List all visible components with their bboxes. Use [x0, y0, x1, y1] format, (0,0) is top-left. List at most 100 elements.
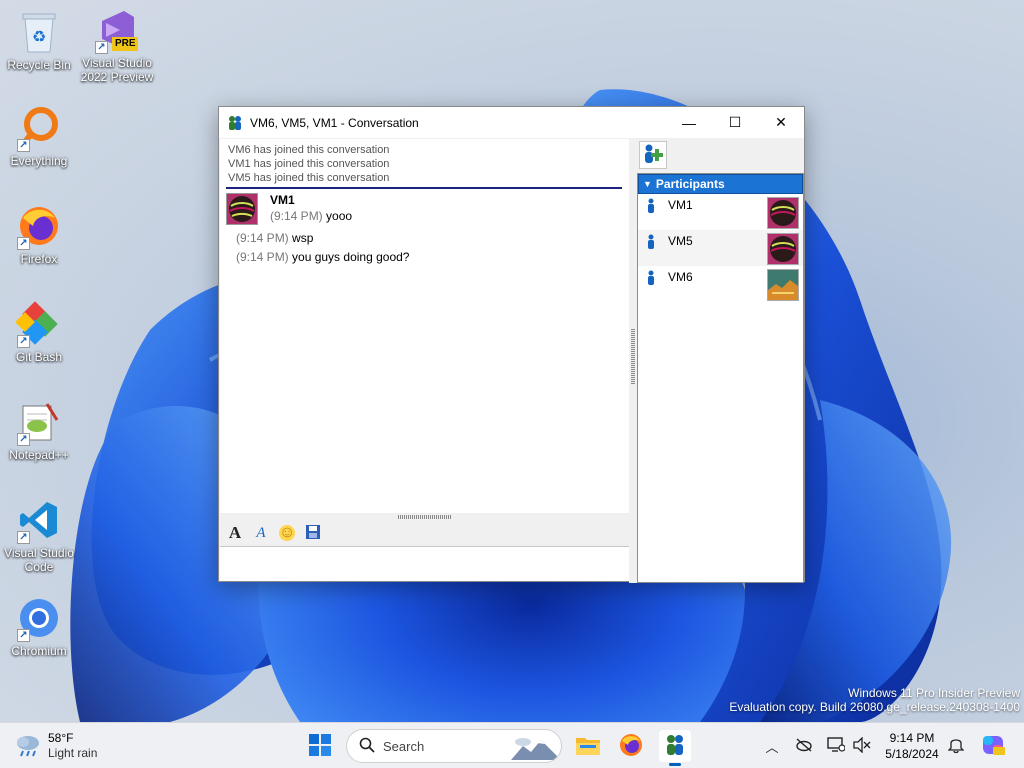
participants-header-label: Participants	[655, 177, 725, 191]
tray-network-status[interactable]	[794, 736, 814, 756]
minimize-button[interactable]: —	[666, 107, 712, 138]
participant-avatar	[767, 197, 799, 229]
title-bar[interactable]: VM6, VM5, VM1 - Conversation — ☐ ✕	[219, 107, 804, 138]
participant-name: VM6	[668, 270, 693, 284]
desktop-icon-notepad-plus-plus[interactable]: ↗ Notepad++	[4, 398, 74, 484]
taskbar-file-explorer[interactable]	[572, 730, 604, 762]
participant-row[interactable]: VM6	[638, 266, 803, 302]
font-color-icon: A	[256, 524, 266, 541]
conversation-history[interactable]: VM6 has joined this conversation VM1 has…	[220, 139, 629, 513]
desktop-icon-label: Recycle Bin	[7, 58, 71, 72]
tray-volume[interactable]	[852, 735, 872, 756]
watermark-line: Windows 11 Pro Insider Preview	[848, 686, 1020, 700]
evaluation-watermark: Windows 11 Pro Insider Preview Evaluatio…	[729, 686, 1020, 714]
taskbar-firefox[interactable]	[615, 730, 647, 762]
emoticon-button[interactable]: ☺	[276, 522, 298, 544]
vscode-icon: ↗	[15, 496, 63, 544]
participant-avatar	[767, 269, 799, 301]
message-input[interactable]	[220, 547, 629, 581]
desktop-icon-everything[interactable]: ↗ Everything	[4, 104, 74, 190]
monitor-icon	[827, 736, 846, 756]
participants-header[interactable]: ▼ Participants	[638, 174, 803, 194]
taskbar: 58°F Light rain Search ︿ 9:14 PM 5/18/20…	[0, 722, 1024, 768]
contact-status-icon	[646, 234, 660, 250]
speaker-muted-icon	[853, 735, 871, 756]
add-contact-icon	[642, 143, 664, 168]
window-title: VM6, VM5, VM1 - Conversation	[250, 115, 419, 130]
desktop-icon-label: Visual Studio Code	[4, 546, 74, 574]
desktop-icon-label: Chromium	[11, 644, 67, 658]
participant-name: VM5	[668, 234, 693, 248]
desktop-icon-chromium[interactable]: ↗ Chromium	[4, 594, 74, 680]
watermark-line: Evaluation copy. Build 26080.ge_release.…	[729, 700, 1020, 714]
weather-condition: Light rain	[48, 746, 98, 760]
svg-text:♻: ♻	[32, 29, 46, 46]
visual-studio-icon: PRE ↗	[93, 6, 141, 54]
search-highlight-image-icon	[511, 734, 557, 762]
collapse-arrow-icon: ▼	[643, 179, 652, 189]
messenger-app-icon	[227, 115, 243, 131]
shortcut-arrow-icon: ↗	[17, 139, 30, 152]
taskbar-clock[interactable]: 9:14 PM 5/18/2024	[878, 730, 946, 762]
horizontal-splitter[interactable]	[220, 513, 629, 520]
save-button[interactable]	[302, 522, 324, 544]
chat-message: (9:14 PM) yooo	[270, 209, 352, 223]
chevron-up-icon: ︿	[765, 739, 779, 755]
system-message: VM1 has joined this conversation	[228, 158, 390, 170]
weather-widget[interactable]: 58°F Light rain	[14, 731, 97, 761]
windows-logo-icon	[309, 733, 331, 759]
shortcut-arrow-icon: ↗	[17, 335, 30, 348]
participant-row[interactable]: VM5	[638, 230, 803, 266]
copilot-icon	[981, 733, 1005, 760]
font-button[interactable]: A	[224, 522, 246, 544]
search-icon	[359, 737, 375, 756]
sender-name: VM1	[270, 193, 295, 207]
desktop-icon-label: Git Bash	[15, 350, 63, 364]
contact-status-icon	[646, 198, 660, 214]
desktop-icon-visual-studio[interactable]: PRE ↗ Visual Studio 2022 Preview	[81, 6, 153, 92]
add-participant-button[interactable]	[639, 141, 667, 169]
desktop-icon-label: Firefox	[20, 252, 58, 266]
system-message: VM5 has joined this conversation	[228, 172, 390, 184]
show-hidden-icons-button[interactable]: ︿	[762, 736, 782, 756]
format-toolbar: A A ☺	[220, 520, 629, 547]
taskbar-search[interactable]: Search	[346, 729, 562, 763]
firefox-icon	[619, 733, 643, 760]
desktop-icon-vscode[interactable]: ↗ Visual Studio Code	[4, 496, 74, 582]
pre-badge: PRE	[115, 38, 136, 49]
bell-icon	[947, 736, 965, 757]
chat-message: (9:14 PM) wsp	[236, 231, 313, 245]
start-button[interactable]	[306, 732, 334, 760]
desktop-icon-firefox[interactable]: ↗ Firefox	[4, 202, 74, 288]
everything-search-icon: ↗	[15, 104, 63, 152]
shortcut-arrow-icon: ↗	[17, 433, 30, 446]
notifications-button[interactable]	[946, 736, 966, 756]
notepad-plus-plus-icon: ↗	[15, 398, 63, 446]
copilot-button[interactable]	[980, 733, 1006, 759]
file-explorer-icon	[576, 735, 600, 758]
shortcut-arrow-icon: ↗	[95, 41, 108, 54]
chromium-icon: ↗	[15, 594, 63, 642]
shortcut-arrow-icon: ↗	[17, 237, 30, 250]
participant-row[interactable]: VM1	[638, 194, 803, 230]
history-divider	[226, 187, 622, 189]
desktop-icon-git-bash[interactable]: ↗ Git Bash	[4, 300, 74, 386]
weather-temperature: 58°F	[48, 731, 74, 745]
maximize-button[interactable]: ☐	[712, 107, 758, 138]
save-icon	[306, 524, 320, 542]
rain-cloud-icon	[14, 733, 42, 760]
system-message: VM6 has joined this conversation	[228, 144, 390, 156]
search-placeholder: Search	[383, 738, 425, 754]
conversation-window: VM6, VM5, VM1 - Conversation — ☐ ✕ VM6 h…	[218, 106, 805, 583]
chat-message: (9:14 PM) you guys doing good?	[236, 250, 409, 264]
vertical-splitter[interactable]	[629, 139, 637, 583]
clock-time: 9:14 PM	[889, 731, 935, 745]
shortcut-arrow-icon: ↗	[17, 629, 30, 642]
sender-avatar	[226, 193, 258, 225]
tray-display[interactable]	[826, 736, 846, 756]
close-button[interactable]: ✕	[758, 107, 804, 138]
taskbar-messenger[interactable]	[659, 730, 691, 766]
desktop-icon-recycle-bin[interactable]: ♻ Recycle Bin	[4, 8, 74, 94]
desktop-icon-label: Everything	[10, 154, 68, 168]
font-color-button[interactable]: A	[250, 522, 272, 544]
